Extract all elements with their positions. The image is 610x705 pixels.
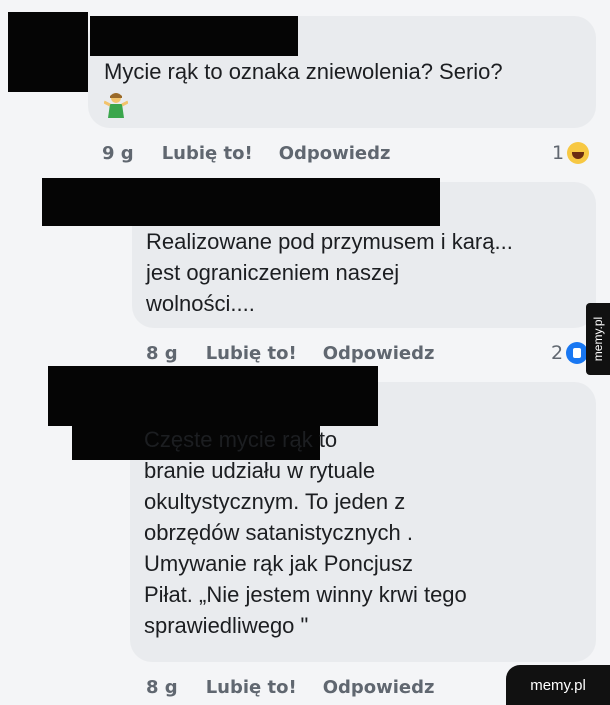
- comment-time: 8 g: [146, 676, 178, 698]
- comment-meta: 9 g Lubię to! Odpowiedz: [102, 141, 417, 165]
- redacted-author-name: [90, 16, 298, 56]
- comment-text: Realizowane pod przymusem i karą... jest…: [146, 229, 513, 316]
- person-shrugging-emoji: [104, 93, 128, 118]
- like-link[interactable]: Lubię to!: [206, 343, 297, 364]
- comment-time: 8 g: [146, 342, 178, 364]
- corner-watermark: memy.pl: [506, 665, 610, 705]
- like-link[interactable]: Lubię to!: [162, 143, 253, 164]
- like-reaction-icon: [566, 342, 589, 364]
- reply-link[interactable]: Odpowiedz: [279, 143, 391, 164]
- reply-link[interactable]: Odpowiedz: [323, 343, 435, 364]
- redacted-author-name: [48, 366, 378, 426]
- haha-reaction-icon: [567, 142, 590, 164]
- comment-time: 9 g: [102, 142, 134, 164]
- comment-meta: 8 g Lubię to! Odpowiedz: [146, 341, 461, 365]
- comment-text: Mycie rąk to oznaka zniewolenia? Serio?: [104, 59, 503, 84]
- reaction-count: 1: [552, 142, 565, 164]
- reaction-summary[interactable]: 2: [551, 341, 589, 365]
- reply-link[interactable]: Odpowiedz: [323, 677, 435, 698]
- reaction-summary[interactable]: 1: [552, 141, 590, 165]
- comment-meta: 8 g Lubię to! Odpowiedz: [146, 675, 461, 699]
- comment-text: Częste mycie rąk to branie udziału w ryt…: [144, 427, 467, 638]
- side-watermark: memy.pl: [586, 303, 610, 375]
- redacted-author-name: [42, 178, 440, 226]
- redacted-avatar: [8, 12, 88, 92]
- reaction-count: 2: [551, 342, 564, 364]
- like-link[interactable]: Lubię to!: [206, 677, 297, 698]
